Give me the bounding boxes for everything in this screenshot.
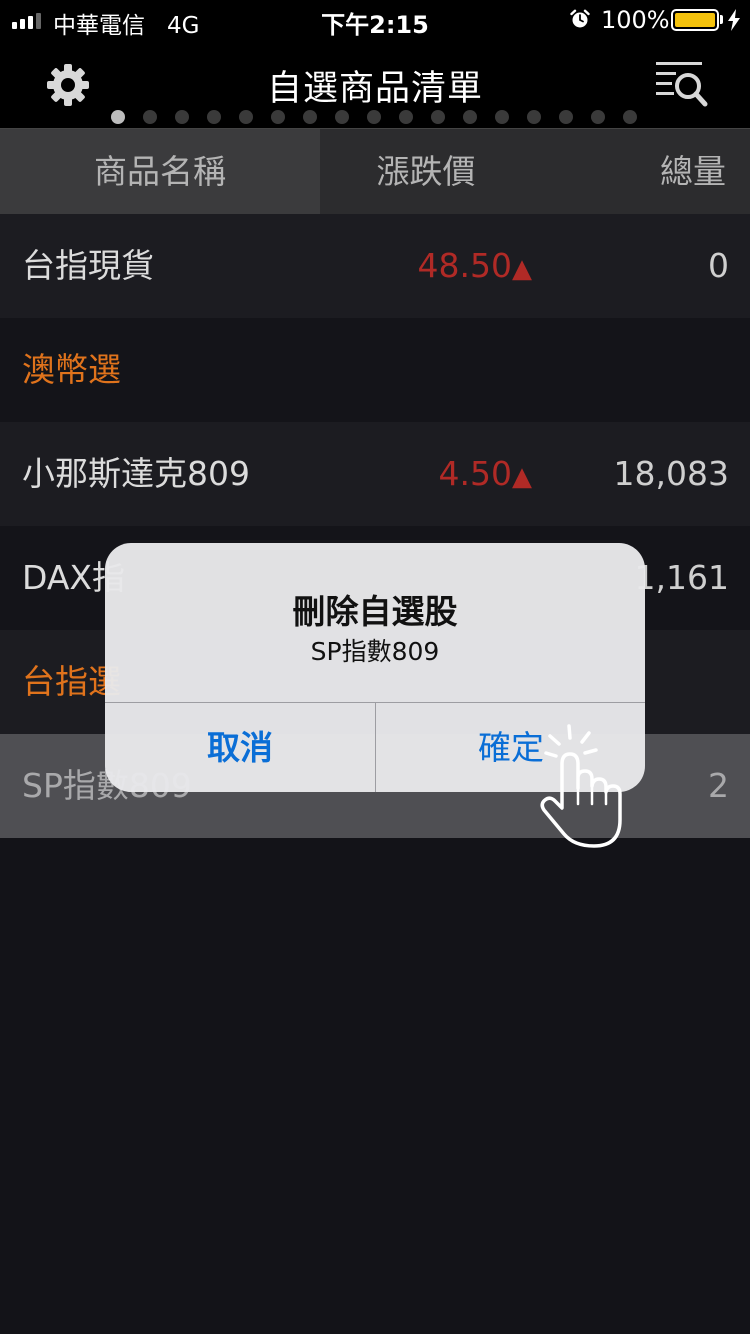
product-name: 小那斯達克809 xyxy=(22,454,250,493)
group-name: 澳幣選 xyxy=(22,350,121,389)
page-dot[interactable] xyxy=(559,110,573,124)
table-row[interactable]: 台指現貨 48.50▲ 0 xyxy=(0,214,750,318)
page-dot[interactable] xyxy=(463,110,477,124)
price-change: 48.50▲ xyxy=(417,246,532,285)
page-title: 自選商品清單 xyxy=(266,69,483,109)
battery-tip xyxy=(720,15,723,24)
page-dot[interactable] xyxy=(175,110,189,124)
alarm-icon xyxy=(570,9,590,28)
up-arrow-icon: ▲ xyxy=(512,254,532,284)
column-name-header[interactable]: 商品名稱 xyxy=(0,129,320,215)
page-dot[interactable] xyxy=(335,110,349,124)
dialog-title: 刪除自選股 xyxy=(292,592,458,631)
dialog-message: SP指數809 xyxy=(310,637,440,666)
page-dot[interactable] xyxy=(271,110,285,124)
total-volume: 0 xyxy=(708,246,729,285)
table-row[interactable]: 小那斯達克809 4.50▲ 18,083 xyxy=(0,422,750,526)
group-header-row[interactable]: 澳幣選 xyxy=(0,318,750,422)
tap-hand-icon xyxy=(540,724,622,848)
page-dot[interactable] xyxy=(623,110,637,124)
column-header: 商品名稱 漲跌價 總量 xyxy=(0,128,750,215)
total-volume: 1,161 xyxy=(634,558,729,597)
status-bar: 中華電信 4G 下午2:15 100% xyxy=(0,0,750,40)
up-arrow-icon: ▲ xyxy=(512,462,532,492)
list-search-icon[interactable] xyxy=(656,60,708,108)
total-volume: 18,083 xyxy=(613,454,729,493)
column-change-header[interactable]: 漲跌價 xyxy=(320,129,532,215)
column-volume-header[interactable]: 總量 xyxy=(640,129,750,215)
price-change: 4.50▲ xyxy=(438,454,532,493)
page-dot[interactable] xyxy=(367,110,381,124)
page-dot[interactable] xyxy=(591,110,605,124)
page-dot[interactable] xyxy=(239,110,253,124)
page-dot[interactable] xyxy=(207,110,221,124)
page-indicator[interactable] xyxy=(111,110,637,124)
page-dot[interactable] xyxy=(527,110,541,124)
product-name: 台指現貨 xyxy=(22,246,154,285)
page-dot[interactable] xyxy=(399,110,413,124)
nav-bar: 自選商品清單 xyxy=(0,40,750,128)
page-dot[interactable] xyxy=(111,110,125,124)
page-dot[interactable] xyxy=(303,110,317,124)
page-dot[interactable] xyxy=(143,110,157,124)
page-dot[interactable] xyxy=(495,110,509,124)
battery-percent: 100% xyxy=(601,6,670,34)
page-dot[interactable] xyxy=(431,110,445,124)
total-volume: 2 xyxy=(708,766,729,805)
charging-bolt-icon xyxy=(728,9,740,31)
cancel-button[interactable]: 取消 xyxy=(105,703,375,792)
battery-icon xyxy=(671,9,719,31)
